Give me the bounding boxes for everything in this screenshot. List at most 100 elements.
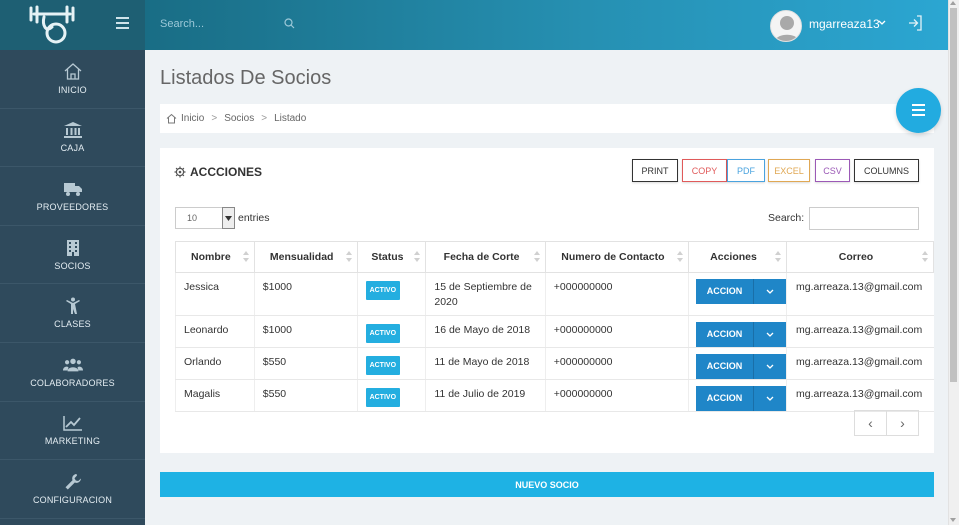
accion-button[interactable]: ACCION xyxy=(696,279,753,304)
print-button-label: PRINT xyxy=(641,165,669,176)
page-title: Listados De Socios xyxy=(160,67,332,89)
csv-button[interactable]: CSV xyxy=(815,159,850,182)
search-input[interactable] xyxy=(160,11,300,37)
fecha-text: 16 de Mayo de 2018 xyxy=(434,324,531,336)
scrollbar-thumb[interactable] xyxy=(950,8,957,382)
mensualidad-text: $1000 xyxy=(262,324,292,336)
print-button[interactable]: PRINT xyxy=(632,159,678,182)
sidebar-item-colaboradores[interactable]: COLABORADORES xyxy=(0,343,145,402)
column-header[interactable]: Acciones xyxy=(688,241,787,273)
contacto-text: +000000000 xyxy=(553,388,613,400)
copy-button[interactable]: COPY xyxy=(682,159,727,182)
scroll-down-arrow-icon[interactable] xyxy=(950,518,956,522)
floating-menu-button[interactable] xyxy=(896,88,941,133)
sidebar-item-marketing[interactable]: MARKETING xyxy=(0,402,145,461)
excel-button-label: EXCEL xyxy=(774,165,804,176)
breadcrumb-inicio[interactable]: Inicio xyxy=(181,113,204,124)
menu-toggle-icon[interactable] xyxy=(116,17,129,29)
cell-fecha: 11 de Mayo de 2018 xyxy=(425,347,546,380)
sidebar-item-proveedores[interactable]: PROVEEDORES xyxy=(0,167,145,226)
accion-dropdown-button[interactable] xyxy=(753,322,786,347)
column-header[interactable]: Correo xyxy=(786,241,934,273)
column-header[interactable]: Status xyxy=(356,241,427,273)
copy-button-label: COPY xyxy=(691,165,718,176)
cell-status: ACTIVO xyxy=(356,272,426,316)
sidebar-item-inicio[interactable]: INICIO xyxy=(0,50,145,109)
sidebar-item-label: MARKETING xyxy=(44,436,101,447)
nombre-text: Magalis xyxy=(184,388,221,400)
cell-contacto: +000000000 xyxy=(544,347,689,380)
column-header[interactable]: Mensualidad xyxy=(253,241,358,273)
accion-dropdown-button[interactable] xyxy=(753,354,786,379)
status-badge: ACTIVO xyxy=(365,356,401,375)
accion-button[interactable]: ACCION xyxy=(696,386,753,411)
sort-icon[interactable] xyxy=(345,251,352,265)
sidebar-item-caja[interactable]: CAJA xyxy=(0,109,145,168)
column-header-label: Mensualidad xyxy=(269,251,334,263)
cell-correo: mg.arreaza.13@gmail.com xyxy=(786,272,934,316)
sort-icon[interactable] xyxy=(533,251,540,265)
gym-logo[interactable] xyxy=(0,0,145,50)
chevron-down-icon[interactable] xyxy=(878,20,886,26)
table-search-input[interactable] xyxy=(809,207,919,230)
logout-icon[interactable] xyxy=(907,14,923,32)
breadcrumb-separator: > xyxy=(261,113,268,124)
topbar: mgarreaza13 xyxy=(145,0,948,50)
accion-button[interactable]: ACCION xyxy=(696,322,753,347)
sort-icon[interactable] xyxy=(775,251,781,265)
sort-icon[interactable] xyxy=(677,251,683,265)
sidebar-item-label: CLASES xyxy=(54,319,91,330)
sidebar-item-label: PROVEEDORES xyxy=(36,201,109,212)
scroll-up-arrow-icon[interactable] xyxy=(950,1,956,5)
contacto-text: +000000000 xyxy=(553,281,613,293)
correo-text: mg.arreaza.13@gmail.com xyxy=(796,281,923,293)
pagination: ‹ › xyxy=(854,410,919,436)
accion-button-label: ACCION xyxy=(706,286,743,296)
chart-line-icon xyxy=(62,414,83,432)
accion-button-group: ACCION xyxy=(696,386,786,411)
accion-dropdown-button[interactable] xyxy=(753,279,786,304)
entries-dropdown-caret-icon[interactable] xyxy=(222,207,235,229)
accion-dropdown-button[interactable] xyxy=(753,386,786,411)
column-header-label: Correo xyxy=(838,251,874,263)
prev-chevron-icon: ‹ xyxy=(868,415,873,431)
sort-icon[interactable] xyxy=(242,251,249,265)
cell-mensualidad: $1000 xyxy=(253,315,358,348)
column-header[interactable]: Fecha de Corte xyxy=(425,241,546,273)
status-badge: ACTIVO xyxy=(365,388,401,407)
sort-icon[interactable] xyxy=(414,251,421,265)
next-chevron-icon: › xyxy=(900,415,905,431)
columns-button[interactable]: COLUMNS xyxy=(854,159,919,182)
socios-card: ACCCIONES PRINT COPY PDF EXCEL CSV COLUM… xyxy=(160,148,934,453)
building-icon xyxy=(63,239,83,257)
column-header[interactable]: Nombre xyxy=(175,241,255,273)
column-header-label: Nombre xyxy=(191,251,231,263)
pagination-prev-button[interactable]: ‹ xyxy=(855,411,887,435)
card-title: ACCCIONES xyxy=(174,165,262,179)
avatar[interactable] xyxy=(770,10,802,42)
pdf-button[interactable]: PDF xyxy=(727,159,765,182)
cell-nombre: Leonardo xyxy=(175,315,255,348)
breadcrumb-socios[interactable]: Socios xyxy=(224,113,254,124)
card-title-text: ACCCIONES xyxy=(190,165,263,179)
column-header[interactable]: Numero de Contacto xyxy=(544,241,690,273)
fecha-text: 11 de Julio de 2019 xyxy=(434,388,526,400)
pagination-next-button[interactable]: › xyxy=(887,411,918,435)
excel-button[interactable]: EXCEL xyxy=(768,159,810,182)
username-label[interactable]: mgarreaza13 xyxy=(809,17,880,31)
truck-icon xyxy=(63,180,83,198)
person-icon xyxy=(63,297,83,315)
search-icon[interactable] xyxy=(284,18,295,29)
contacto-text: +000000000 xyxy=(553,356,613,368)
nuevo-socio-button[interactable]: NUEVO SOCIO xyxy=(160,472,934,497)
correo-text: mg.arreaza.13@gmail.com xyxy=(796,388,923,400)
accion-button[interactable]: ACCION xyxy=(696,354,753,379)
sidebar-item-clases[interactable]: CLASES xyxy=(0,284,145,343)
home-icon[interactable] xyxy=(166,113,177,124)
sidebar-item-socios[interactable]: SOCIOS xyxy=(0,226,145,285)
sort-icon[interactable] xyxy=(922,251,928,265)
gear-icon xyxy=(174,166,186,178)
sidebar-item-configuracion[interactable]: CONFIGURACION xyxy=(0,460,145,519)
fecha-text: 15 de Septiembre de 2020 xyxy=(434,281,532,308)
table-search-label: Search: xyxy=(768,212,805,224)
